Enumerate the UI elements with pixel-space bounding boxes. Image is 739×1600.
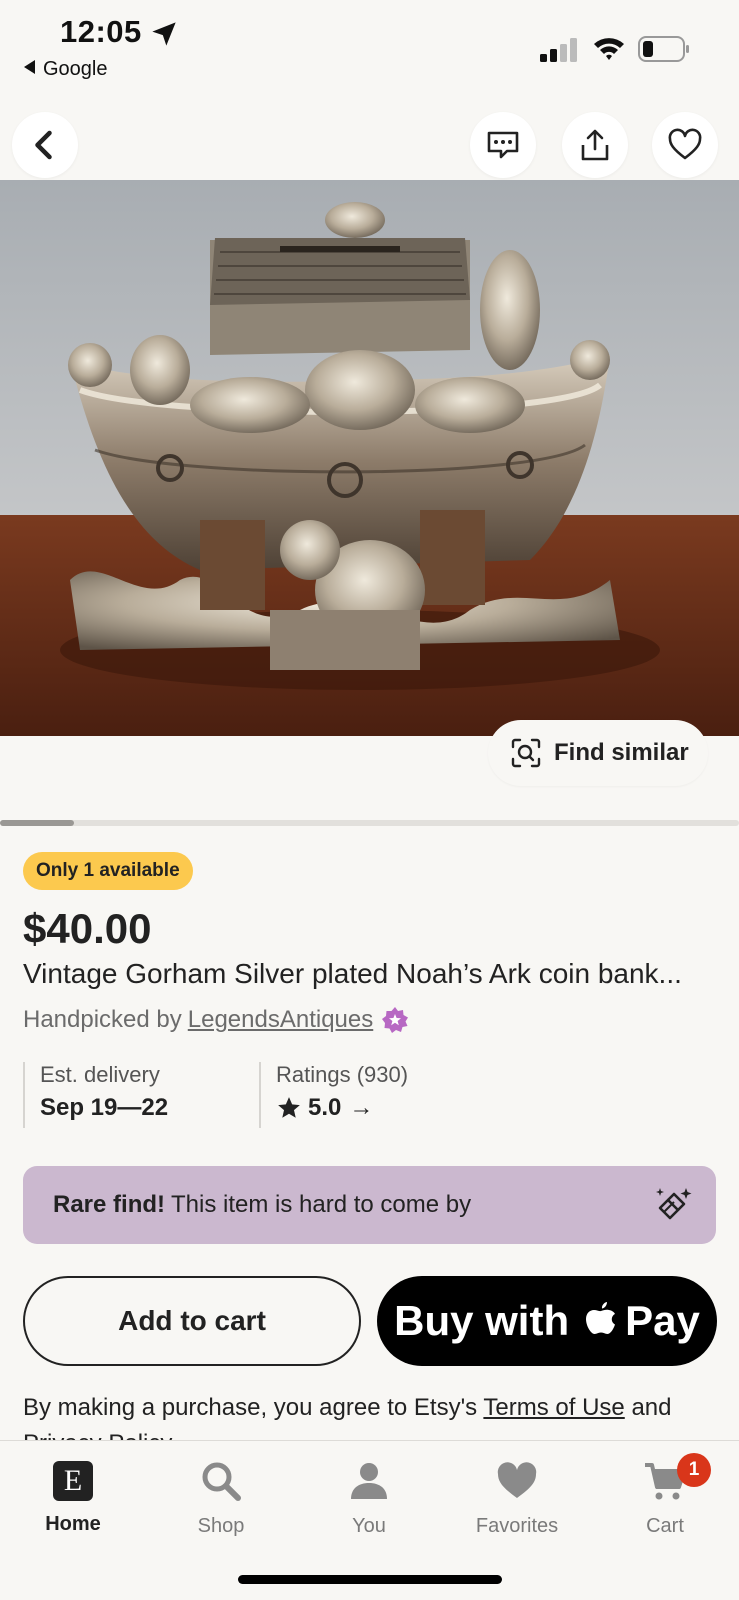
share-icon xyxy=(581,129,609,161)
star-icon xyxy=(278,1097,300,1118)
add-to-cart-button[interactable]: Add to cart xyxy=(23,1276,361,1366)
apple-logo-icon xyxy=(586,1302,616,1334)
chevron-left-icon xyxy=(35,130,52,160)
delivery-label: Est. delivery xyxy=(40,1062,160,1087)
message-icon xyxy=(487,131,519,159)
status-bar: 12:05 Google xyxy=(0,0,739,100)
terms-of-use-link[interactable]: Terms of Use xyxy=(483,1394,624,1421)
availability-badge: Only 1 available xyxy=(23,852,193,890)
delivery-value: Sep 19—22 xyxy=(40,1094,169,1121)
image-carousel-progress xyxy=(0,820,739,826)
rating-value-row: 5.0 → xyxy=(276,1094,559,1122)
back-button[interactable] xyxy=(12,112,78,178)
person-icon xyxy=(351,1463,387,1499)
share-button[interactable] xyxy=(562,112,628,178)
buy-with-apple-pay-button[interactable]: Buy with Pay xyxy=(377,1276,717,1366)
tab-favorites[interactable]: Favorites xyxy=(457,1459,577,1538)
tab-label-you: You xyxy=(352,1515,386,1537)
find-similar-label: Find similar xyxy=(554,739,689,766)
message-seller-button[interactable] xyxy=(470,112,536,178)
legal-prefix: By making a purchase, you agree to Etsy'… xyxy=(23,1394,478,1421)
back-app-label: Google xyxy=(43,58,108,80)
status-time: 12:05 xyxy=(60,14,142,49)
arrow-right-icon: → xyxy=(349,1094,374,1121)
handpicked-by: Handpicked by LegendsAntiques xyxy=(23,1006,409,1034)
noahs-ark-coin-bank-image xyxy=(0,180,739,736)
rare-find-text: This item is hard to come by xyxy=(171,1191,472,1218)
shop-name-link[interactable]: LegendsAntiques xyxy=(188,1006,373,1034)
star-seller-icon xyxy=(382,1007,409,1033)
cellular-signal-icon xyxy=(540,38,577,62)
tab-label-favorites: Favorites xyxy=(475,1515,559,1537)
heart-outline-icon xyxy=(668,128,702,160)
find-similar-button[interactable]: Find similar xyxy=(488,720,708,786)
search-icon xyxy=(202,1462,241,1501)
price: $40.00 xyxy=(23,905,152,952)
listing-title[interactable]: Vintage Gorham Silver plated Noah’s Ark … xyxy=(23,958,682,990)
battery-icon xyxy=(638,36,689,62)
favorite-button[interactable] xyxy=(652,112,718,178)
tab-label-shop: Shop xyxy=(197,1515,245,1537)
buy-with-label: Buy with xyxy=(394,1297,570,1344)
tab-label-home: Home xyxy=(45,1513,101,1535)
home-indicator xyxy=(238,1575,502,1584)
tab-shop[interactable]: Shop xyxy=(161,1459,281,1538)
tab-home[interactable]: E Home xyxy=(13,1459,133,1536)
rare-find-banner: Rare find! This item is hard to come by xyxy=(23,1166,716,1244)
tab-you[interactable]: You xyxy=(309,1459,429,1538)
listing-info-columns: Est. delivery Sep 19—22 Ratings (930) 5.… xyxy=(23,1062,723,1128)
legal-and: and xyxy=(631,1394,672,1421)
pay-label: Pay xyxy=(625,1297,700,1344)
cart-count-badge: 1 xyxy=(677,1453,711,1487)
visual-search-icon xyxy=(511,738,541,768)
rating-value: 5.0 xyxy=(308,1094,342,1121)
ratings-label: Ratings (930) xyxy=(276,1062,409,1087)
tab-label-cart: Cart xyxy=(646,1515,684,1537)
back-triangle-icon xyxy=(24,60,35,74)
location-arrow-icon xyxy=(152,22,176,46)
ratings-link[interactable]: Ratings (930) 5.0 → xyxy=(259,1062,559,1128)
image-carousel-progress-fill xyxy=(0,820,74,826)
product-image[interactable] xyxy=(0,180,739,736)
legal-text: By making a purchase, you agree to Etsy'… xyxy=(23,1390,723,1444)
diamond-sparkle-icon xyxy=(656,1188,692,1220)
estimated-delivery: Est. delivery Sep 19—22 xyxy=(23,1062,255,1128)
back-to-app-link[interactable]: Google xyxy=(24,58,108,81)
heart-icon xyxy=(497,1462,537,1498)
tab-cart[interactable]: Cart 1 xyxy=(605,1453,725,1538)
rare-find-title: Rare find! xyxy=(53,1191,166,1218)
etsy-home-icon: E xyxy=(53,1461,93,1501)
wifi-icon xyxy=(594,38,624,60)
handpicked-prefix: Handpicked by xyxy=(23,1006,182,1033)
